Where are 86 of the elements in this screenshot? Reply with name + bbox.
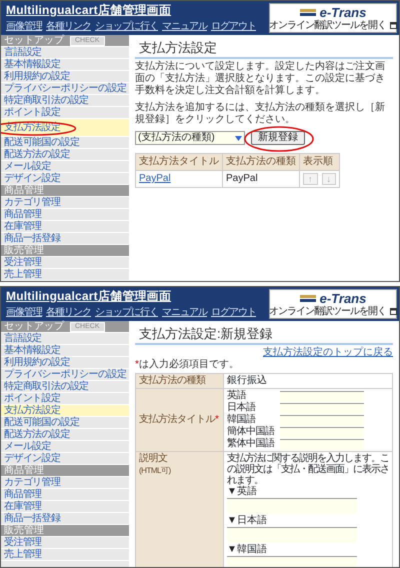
brand-icon bbox=[300, 9, 316, 16]
language-label: ▼英語 bbox=[227, 486, 258, 498]
column-header: 表示順 bbox=[300, 154, 340, 170]
app-title: Multilingualcart店舗管理画面 bbox=[6, 3, 172, 18]
sidebar-item[interactable]: メール設定 bbox=[1, 441, 129, 453]
nav-link[interactable]: ログアウト bbox=[211, 21, 256, 33]
language-label: 簡体中国語 bbox=[227, 426, 276, 438]
section-title: 商品管理 bbox=[4, 185, 44, 196]
sidebar-item[interactable]: 受注管理 bbox=[1, 257, 129, 269]
column-header: 支払方法の種類 bbox=[222, 154, 300, 170]
title-input[interactable] bbox=[280, 402, 364, 414]
sidebar-item[interactable]: カテゴリ管理 bbox=[1, 197, 129, 209]
sidebar-item[interactable]: 在庫管理 bbox=[1, 501, 129, 513]
sidebar-item[interactable]: 商品管理 bbox=[1, 209, 129, 221]
sidebar-item[interactable]: メール設定 bbox=[1, 161, 129, 173]
payment-type-select[interactable]: (支払方法の種類) bbox=[135, 131, 245, 145]
section-title: セットアップ bbox=[4, 35, 64, 46]
section-title: 商品管理 bbox=[4, 465, 44, 476]
register-button[interactable]: 新規登録 bbox=[251, 131, 305, 145]
instruction-text: 支払方法を追加するには、支払方法の種類を選択し［新規登録］をクリックしてください。 bbox=[135, 102, 386, 126]
translate-tool-button[interactable]: e-Trans オンライン翻訳ツールを開く bbox=[269, 3, 397, 33]
sidebar-item[interactable]: 特定商取引法の設定 bbox=[1, 381, 129, 393]
section-title: セットアップ bbox=[4, 321, 64, 332]
nav-link[interactable]: ショップに行く bbox=[95, 307, 158, 319]
language-label: 韓国語 bbox=[227, 414, 257, 426]
sidebar-item[interactable]: 支払方法設定 bbox=[1, 405, 129, 417]
sidebar-item[interactable]: 売上管理 bbox=[1, 549, 129, 561]
external-window-icon bbox=[390, 22, 397, 28]
description-textarea[interactable] bbox=[227, 527, 357, 543]
title-input[interactable] bbox=[280, 438, 364, 450]
page-title: 支払方法設定 bbox=[135, 39, 393, 59]
sidebar-item[interactable]: カテゴリ管理 bbox=[1, 477, 129, 489]
brand-icon bbox=[300, 295, 316, 302]
table-cell: PayPal bbox=[222, 170, 300, 188]
sidebar-item[interactable]: 利用規約の設定 bbox=[1, 357, 129, 369]
sidebar-item[interactable]: 言語設定 bbox=[1, 47, 129, 59]
description-textarea[interactable] bbox=[227, 498, 357, 514]
sidebar-item[interactable]: 商品管理 bbox=[1, 489, 129, 501]
title-input[interactable] bbox=[280, 414, 364, 426]
title-input[interactable] bbox=[280, 426, 364, 438]
language-label: 日本語 bbox=[227, 402, 257, 414]
description-text: 支払方法について設定します。設定した内容はご注文画面の「支払方法」選択肢となります。この設定に基づき手数料を決定し注文合計額を計算します。 bbox=[135, 61, 386, 97]
sidebar-item[interactable]: 配送方法の設定 bbox=[1, 429, 129, 441]
sidebar-item[interactable]: 配送方法の設定 bbox=[1, 149, 129, 161]
external-window-icon bbox=[390, 308, 397, 314]
nav-link[interactable]: 画像管理 bbox=[6, 307, 42, 319]
sidebar-item[interactable]: 売上管理 bbox=[1, 269, 129, 281]
nav-link[interactable]: ショップに行く bbox=[95, 21, 158, 33]
nav-link[interactable]: 画像管理 bbox=[6, 21, 42, 33]
nav-link[interactable]: マニュアル bbox=[162, 21, 207, 33]
sidebar-item[interactable]: 在庫管理 bbox=[1, 221, 129, 233]
column-header: 支払方法タイトル bbox=[136, 154, 222, 170]
sidebar-item[interactable]: 基本情報設定 bbox=[1, 59, 129, 71]
field-label: 支払方法タイトル bbox=[139, 414, 215, 425]
app-title: Multilingualcart店舗管理画面 bbox=[6, 289, 172, 304]
title-input[interactable] bbox=[280, 390, 364, 402]
nav-link[interactable]: ログアウト bbox=[211, 307, 256, 319]
caret-icon bbox=[235, 136, 242, 140]
back-link[interactable]: 支払方法設定のトップに戻る bbox=[135, 347, 393, 359]
required-mark: * bbox=[215, 414, 218, 425]
nav-link[interactable]: 各種リンク bbox=[46, 21, 91, 33]
language-label: 繁体中国語 bbox=[227, 438, 276, 450]
sidebar-item[interactable]: 利用規約の設定 bbox=[1, 71, 129, 83]
nav-link[interactable]: マニュアル bbox=[162, 307, 207, 319]
sidebar-item[interactable]: 受注管理 bbox=[1, 537, 129, 549]
sidebar-item[interactable]: プライバシーポリシーの設定 bbox=[1, 369, 129, 381]
translate-tool-button[interactable]: e-Trans オンライン翻訳ツールを開く bbox=[269, 289, 397, 319]
sidebar-item[interactable]: プライバシーポリシーの設定 bbox=[1, 83, 129, 95]
field-value: 銀行振込 bbox=[224, 374, 392, 388]
field-label: 説明文 bbox=[139, 453, 168, 465]
language-label: ▼日本語 bbox=[227, 515, 268, 527]
required-note: *は入力必須項目です。 bbox=[135, 359, 240, 371]
sidebar-item[interactable]: 特定商取引法の設定 bbox=[1, 95, 129, 107]
sidebar-item[interactable]: 基本情報設定 bbox=[1, 345, 129, 357]
page-title: 支払方法設定:新規登録 bbox=[135, 325, 393, 345]
field-label: 支払方法の種類 bbox=[136, 374, 224, 388]
help-text: 支払方法に関する説明を入力します。この説明文は「支払・配送画面」に表示されます。 bbox=[227, 453, 389, 486]
field-sublabel: (HTML可) bbox=[139, 465, 172, 477]
nav-link[interactable]: 各種リンク bbox=[46, 307, 91, 319]
language-label: 英語 bbox=[227, 390, 248, 402]
sidebar-item[interactable]: 言語設定 bbox=[1, 333, 129, 345]
language-label: ▼韓国語 bbox=[227, 544, 268, 556]
sidebar-item[interactable]: 配送可能国の設定 bbox=[1, 417, 129, 429]
sidebar-item[interactable]: 配送可能国の設定 bbox=[1, 137, 129, 149]
section-title: 販売管理 bbox=[4, 525, 44, 536]
section-title: 販売管理 bbox=[4, 245, 44, 256]
